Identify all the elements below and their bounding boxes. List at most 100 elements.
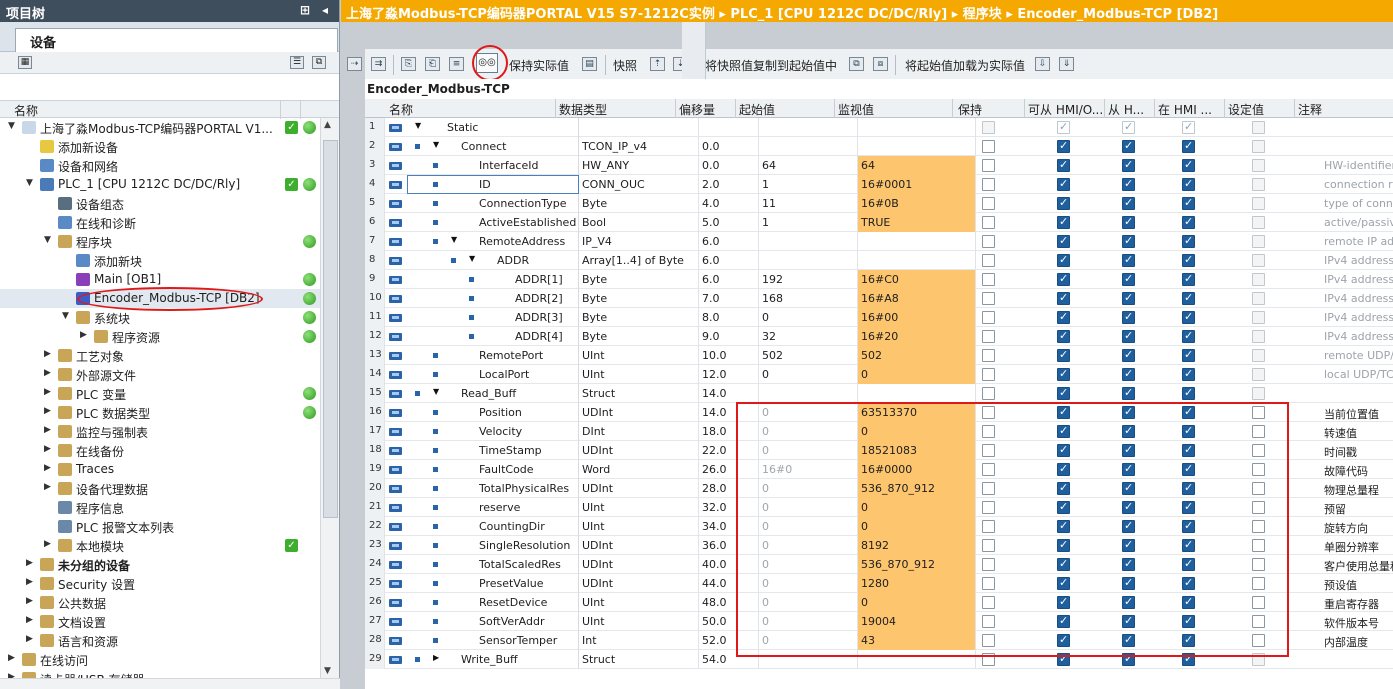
- comment-cell[interactable]: [1321, 384, 1393, 403]
- expanded-arrow-icon[interactable]: ▼: [8, 121, 15, 131]
- name-cell[interactable]: Velocity: [407, 422, 579, 441]
- type-cell[interactable]: Byte: [579, 289, 699, 308]
- hmi-write-checkbox[interactable]: [1122, 120, 1135, 134]
- type-cell[interactable]: UDInt: [579, 574, 699, 593]
- collapsed-arrow-icon[interactable]: ▶: [26, 634, 33, 644]
- comment-cell[interactable]: HW-identifier of IE: [1321, 156, 1393, 175]
- type-cell[interactable]: DInt: [579, 422, 699, 441]
- start-value-cell[interactable]: 0: [759, 365, 858, 384]
- hmi-access-checkbox[interactable]: [1057, 158, 1070, 172]
- comment-cell[interactable]: connection reference: [1321, 175, 1393, 194]
- hmi-write-checkbox[interactable]: [1122, 348, 1135, 362]
- tree-item[interactable]: ▼ 上海了淼Modbus-TCP编码器PORTAL V1... ✓: [0, 118, 320, 137]
- comment-cell[interactable]: 物理总量程: [1321, 479, 1393, 498]
- setpoint-checkbox[interactable]: [1252, 197, 1265, 210]
- hmi-write-checkbox[interactable]: [1122, 234, 1135, 248]
- collapsed-arrow-icon[interactable]: ▶: [44, 349, 51, 359]
- comment-cell[interactable]: IPv4 address: [1321, 251, 1393, 270]
- tree-item[interactable]: ▶ PLC 变量: [0, 384, 320, 403]
- hmi-visible-checkbox[interactable]: [1182, 386, 1195, 400]
- comment-cell[interactable]: local UDP/TCP por: [1321, 365, 1393, 384]
- hmi-access-checkbox[interactable]: [1057, 177, 1070, 191]
- hmi-visible-checkbox[interactable]: [1182, 329, 1195, 343]
- expanded-arrow-icon[interactable]: ▼: [26, 178, 33, 188]
- col-hmi-write[interactable]: 从 H...: [1108, 101, 1152, 118]
- comment-cell[interactable]: IPv4 address: [1321, 270, 1393, 289]
- comment-cell[interactable]: 旋转方向: [1321, 517, 1393, 536]
- hmi-access-checkbox[interactable]: [1057, 310, 1070, 324]
- collapsed-arrow-icon[interactable]: ▶: [44, 444, 51, 454]
- table-row[interactable]: 15 ▼ Read_Buff Struct 14.0: [365, 384, 1393, 403]
- collapsed-arrow-icon[interactable]: ▶: [44, 368, 51, 378]
- name-cell[interactable]: FaultCode: [407, 460, 579, 479]
- type-cell[interactable]: IP_V4: [579, 232, 699, 251]
- hmi-write-checkbox[interactable]: [1122, 310, 1135, 324]
- tree-item[interactable]: ▶ 未分组的设备: [0, 555, 320, 574]
- hmi-visible-checkbox[interactable]: [1182, 348, 1195, 362]
- table-row[interactable]: 11 ADDR[3] Byte8.0016#00 IPv4 address: [365, 308, 1393, 327]
- type-cell[interactable]: CONN_OUC: [579, 175, 699, 194]
- hmi-write-checkbox[interactable]: [1122, 367, 1135, 381]
- start-value-cell[interactable]: 11: [759, 194, 858, 213]
- hmi-access-checkbox[interactable]: [1057, 329, 1070, 343]
- comment-cell[interactable]: type of connection: [1321, 194, 1393, 213]
- hmi-visible-checkbox[interactable]: [1182, 310, 1195, 324]
- type-cell[interactable]: Int: [579, 631, 699, 650]
- comment-cell[interactable]: [1321, 137, 1393, 156]
- hmi-access-checkbox[interactable]: [1057, 272, 1070, 286]
- type-cell[interactable]: TCON_IP_v4: [579, 137, 699, 156]
- col-start[interactable]: 起始值: [739, 101, 775, 118]
- tree-vertical-scrollbar[interactable]: ▲ ▼: [320, 118, 339, 678]
- comment-cell[interactable]: 客户使用总量程: [1321, 555, 1393, 574]
- start-value-cell[interactable]: [759, 251, 858, 270]
- tree-item[interactable]: 程序信息: [0, 498, 320, 517]
- retain-checkbox[interactable]: [982, 159, 995, 172]
- setpoint-checkbox[interactable]: [1252, 330, 1265, 343]
- hmi-write-checkbox[interactable]: [1122, 291, 1135, 305]
- type-cell[interactable]: UInt: [579, 593, 699, 612]
- list-view-icon[interactable]: ≡: [449, 57, 464, 71]
- layout-toggle-icon[interactable]: ⊞: [300, 3, 310, 17]
- comment-cell[interactable]: 软件版本号: [1321, 612, 1393, 631]
- collapsed-arrow-icon[interactable]: ▶: [26, 577, 33, 587]
- type-cell[interactable]: Bool: [579, 213, 699, 232]
- load-all-icon[interactable]: ⇓: [1059, 57, 1074, 71]
- name-cell[interactable]: ConnectionType: [407, 194, 579, 213]
- start-value-cell[interactable]: 1: [759, 213, 858, 232]
- table-row[interactable]: 7 ▼ RemoteAddress IP_V46.0 remote IP address: [365, 232, 1393, 251]
- type-cell[interactable]: Byte: [579, 270, 699, 289]
- expanded-arrow-icon[interactable]: ▼: [451, 235, 457, 244]
- type-cell[interactable]: Byte: [579, 308, 699, 327]
- name-cell[interactable]: ADDR[1]: [407, 270, 579, 289]
- type-cell[interactable]: UInt: [579, 517, 699, 536]
- name-cell[interactable]: ▼ RemoteAddress: [407, 232, 579, 251]
- collapsed-arrow-icon[interactable]: ▶: [44, 387, 51, 397]
- hmi-access-checkbox[interactable]: [1057, 215, 1070, 229]
- snapshot-button[interactable]: 快照: [613, 57, 637, 74]
- hmi-write-checkbox[interactable]: [1122, 158, 1135, 172]
- hmi-write-checkbox[interactable]: [1122, 329, 1135, 343]
- table-row[interactable]: 12 ADDR[4] Byte9.03216#20 IPv4 address: [365, 327, 1393, 346]
- expanded-arrow-icon[interactable]: ▼: [44, 235, 51, 245]
- collapsed-arrow-icon[interactable]: ▶: [44, 463, 51, 473]
- table-row[interactable]: 13RemotePortUInt10.0502502remote UDP/TCP…: [365, 346, 1393, 365]
- type-cell[interactable]: [579, 118, 699, 137]
- retain-checkbox[interactable]: [982, 121, 995, 134]
- tree-item[interactable]: ▶ Traces: [0, 460, 320, 479]
- hmi-access-checkbox[interactable]: [1057, 386, 1070, 400]
- hmi-access-checkbox[interactable]: [1057, 291, 1070, 305]
- retain-checkbox[interactable]: [982, 273, 995, 286]
- type-cell[interactable]: UInt: [579, 612, 699, 631]
- type-cell[interactable]: UInt: [579, 346, 699, 365]
- load-start-button[interactable]: 将起始值加载为实际值: [905, 57, 1025, 74]
- name-cell[interactable]: ▶ Write_Buff: [407, 650, 579, 669]
- table-row[interactable]: 3InterfaceIdHW_ANY0.06464HW-identifier o…: [365, 156, 1393, 175]
- expanded-arrow-icon[interactable]: ▼: [433, 387, 439, 396]
- col-name[interactable]: 名称: [389, 101, 413, 118]
- name-cell[interactable]: RemotePort: [407, 346, 579, 365]
- name-cell[interactable]: ADDR[2]: [407, 289, 579, 308]
- type-cell[interactable]: UInt: [579, 365, 699, 384]
- start-value-cell[interactable]: 168: [759, 289, 858, 308]
- tree-settings-icon[interactable]: ▦: [18, 56, 32, 69]
- expanded-arrow-icon[interactable]: ▼: [469, 254, 475, 263]
